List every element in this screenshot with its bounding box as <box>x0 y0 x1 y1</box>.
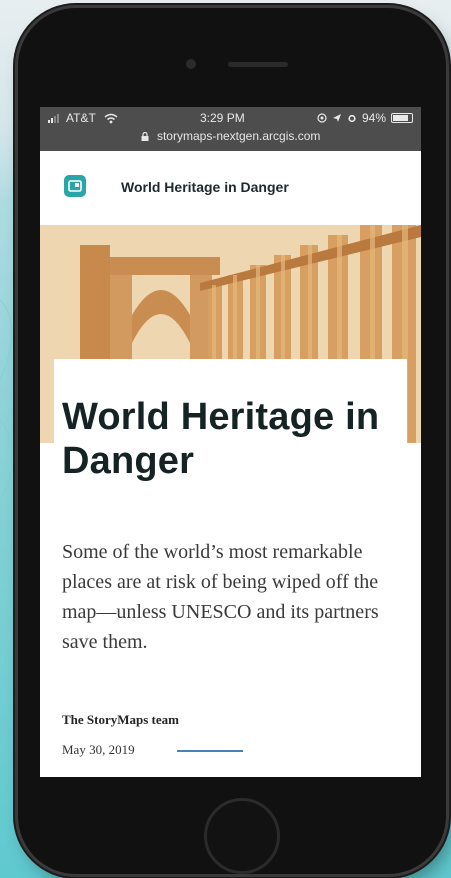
home-button[interactable] <box>204 798 280 874</box>
story-cover-card: World Heritage in Danger Some of the wor… <box>54 359 407 777</box>
url-text: storymaps-nextgen.arcgis.com <box>156 129 321 143</box>
story-title: World Heritage in Danger <box>62 396 380 482</box>
location-icon <box>317 113 327 123</box>
story-summary: Some of the world’s most remarkable plac… <box>62 541 379 653</box>
status-bar: AT&T 3:29 PM 94% storymaps-nextgen.arcgi… <box>40 107 421 151</box>
wifi-icon <box>104 113 118 123</box>
phone-screen: AT&T 3:29 PM 94% storymaps-nextgen.arcgi… <box>40 107 421 777</box>
accent-divider <box>177 750 243 752</box>
story-header: World Heritage in Danger <box>40 151 421 225</box>
url-bar[interactable]: storymaps-nextgen.arcgis.com <box>40 129 421 143</box>
story-date: May 30, 2019 <box>62 742 135 757</box>
header-title[interactable]: World Heritage in Danger <box>121 179 289 195</box>
battery-percent: 94% <box>361 111 386 125</box>
battery-level-fill <box>393 115 409 121</box>
earpiece-speaker <box>228 62 288 67</box>
story-author: The StoryMaps team <box>62 712 179 727</box>
front-camera <box>186 59 196 69</box>
storymaps-logo-icon[interactable] <box>64 175 86 197</box>
arrow-icon <box>332 114 341 122</box>
carrier-name: AT&T <box>66 111 96 125</box>
status-time: 3:29 PM <box>200 111 245 125</box>
carrier-group: AT&T <box>48 111 118 125</box>
status-right-group: 94% <box>317 111 413 125</box>
battery-icon <box>391 113 413 123</box>
lock-icon <box>141 132 149 141</box>
alarm-icon <box>348 114 356 123</box>
signal-icon <box>48 114 59 123</box>
